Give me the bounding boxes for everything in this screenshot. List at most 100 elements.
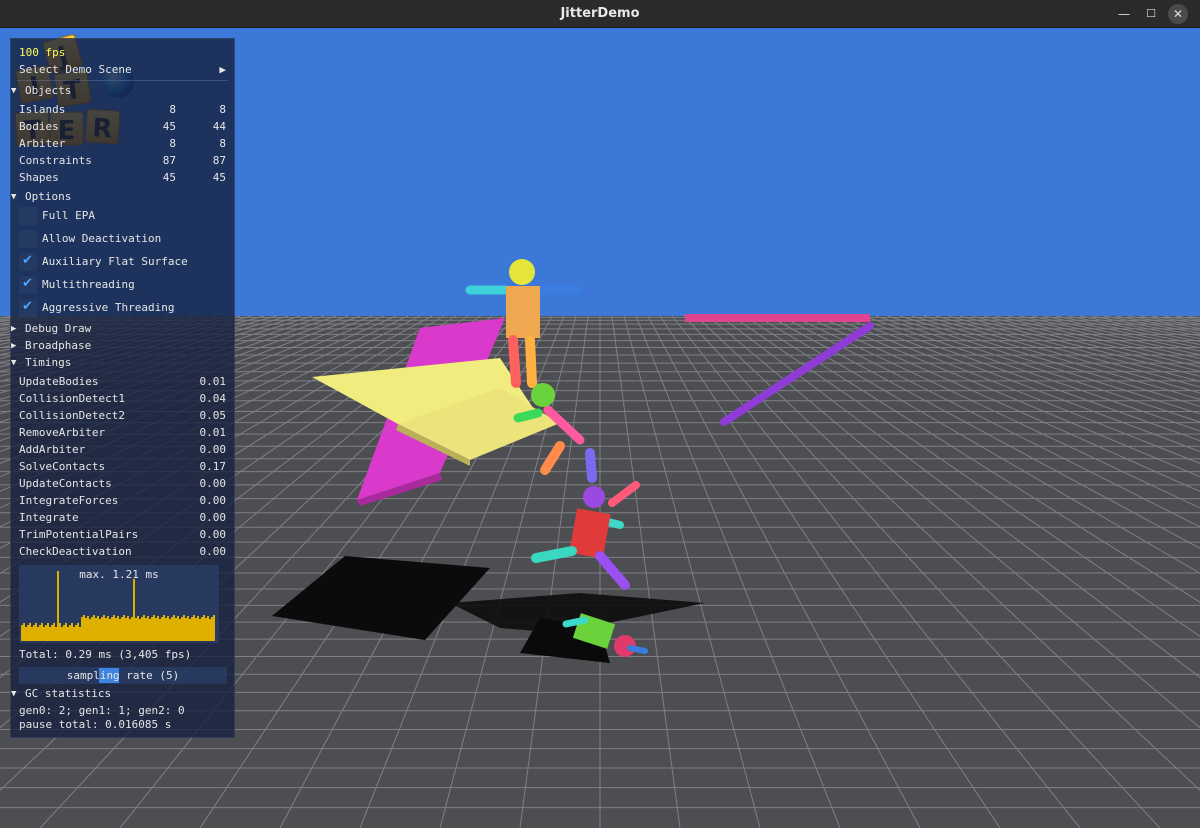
objects-row: Shapes 45 45: [19, 170, 226, 186]
histogram-bar: [67, 627, 69, 641]
minimize-button[interactable]: —: [1114, 4, 1134, 24]
broadphase-header[interactable]: ▶ Broadphase: [11, 338, 226, 354]
histogram-bar: [205, 618, 207, 641]
histogram-bar: [115, 618, 117, 641]
histogram-bar: [51, 625, 53, 641]
histogram-bar: [195, 618, 197, 641]
triangle-down-icon: ▼: [11, 358, 17, 368]
histogram-bar: [99, 619, 101, 641]
histogram-bar: [57, 571, 59, 641]
checkmark-icon: ✔: [22, 253, 33, 268]
option-label[interactable]: Multithreading: [42, 276, 135, 294]
histogram-bar: [175, 618, 177, 641]
objects-header[interactable]: ▼ Objects: [11, 83, 226, 99]
option-label[interactable]: Auxiliary Flat Surface: [42, 253, 188, 271]
close-button[interactable]: ✕: [1168, 4, 1188, 24]
option-checkbox[interactable]: ✔: [19, 276, 37, 294]
histogram-bar: [29, 623, 31, 641]
timing-row-label: CheckDeactivation: [19, 545, 132, 558]
objects-row: Constraints 87 87: [19, 153, 226, 169]
broadphase-label: Broadphase: [25, 339, 92, 352]
histogram-bar: [69, 625, 71, 641]
objects-row-value-b: 8: [219, 103, 226, 116]
timing-row-value: 0.00: [199, 528, 227, 541]
histogram-bar: [133, 579, 135, 641]
timing-row-value: 0.00: [199, 545, 227, 558]
options-header[interactable]: ▼ Options: [11, 189, 226, 205]
option-label[interactable]: Full EPA: [42, 207, 95, 225]
histogram-bar: [85, 618, 87, 641]
histogram-bar: [183, 615, 185, 641]
objects-row: Islands 8 8: [19, 102, 226, 118]
timing-row-value: 0.00: [199, 443, 227, 456]
histogram-bar: [149, 619, 151, 641]
histogram-bar: [197, 616, 199, 641]
histogram-bar: [189, 619, 191, 641]
objects-row-label: Islands: [19, 103, 66, 116]
select-demo-scene-menu[interactable]: Select Demo Scene ▶: [19, 62, 226, 78]
timing-row: IntegrateForces 0.00: [19, 493, 226, 509]
objects-row-value-b: 44: [212, 120, 226, 133]
histogram-bar: [31, 627, 33, 641]
objects-row-value-a: 8: [169, 103, 176, 116]
timing-row-label: CollisionDetect2: [19, 409, 125, 422]
chevron-right-icon: ▶: [219, 63, 226, 76]
histogram-bar: [117, 616, 119, 641]
histogram-bar: [171, 617, 173, 641]
gc-statistics-label: GC statistics: [25, 687, 112, 700]
debug-draw-header[interactable]: ▶ Debug Draw: [11, 321, 226, 337]
select-demo-scene-label: Select Demo Scene: [19, 63, 132, 76]
histogram-bar: [179, 619, 181, 641]
timing-row-label: UpdateContacts: [19, 477, 112, 490]
maximize-button[interactable]: ☐: [1141, 4, 1161, 24]
histogram-bar: [139, 619, 141, 641]
debug-panel: 100 fps Select Demo Scene ▶ ▼ Objects Is…: [10, 38, 235, 738]
timing-row-value: 0.00: [199, 494, 227, 507]
timing-row: CollisionDetect1 0.04: [19, 391, 226, 407]
timing-row: AddArbiter 0.00: [19, 442, 226, 458]
option-checkbox[interactable]: [19, 207, 37, 225]
histogram-bar: [165, 618, 167, 641]
histogram-bar: [33, 625, 35, 641]
triangle-down-icon: ▼: [11, 192, 17, 202]
window-title: JitterDemo: [560, 6, 640, 21]
histogram-bar: [43, 627, 45, 641]
histogram-bar: [193, 615, 195, 641]
histogram-bar: [91, 617, 93, 641]
timing-row: UpdateBodies 0.01: [19, 374, 226, 390]
option-checkbox[interactable]: ✔: [19, 299, 37, 317]
histogram-bar: [59, 623, 61, 641]
histogram-bar: [81, 617, 83, 641]
histogram-bar: [111, 617, 113, 641]
histogram-bar: [137, 616, 139, 641]
timing-row-value: 0.01: [199, 375, 227, 388]
histogram-bar: [53, 623, 55, 641]
objects-row-value-a: 45: [162, 120, 176, 133]
timing-row-label: CollisionDetect1: [19, 392, 125, 405]
option-label[interactable]: Allow Deactivation: [42, 230, 161, 248]
histogram-bar: [87, 616, 89, 641]
objects-row-value-b: 8: [219, 137, 226, 150]
option-checkbox[interactable]: ✔: [19, 253, 37, 271]
histogram-bar: [163, 615, 165, 641]
divider: [17, 80, 228, 81]
histogram-bar: [89, 619, 91, 641]
histogram-bar: [71, 623, 73, 641]
histogram-bar: [173, 615, 175, 641]
sampling-rate-slider[interactable]: sampling rate (5): [19, 667, 227, 684]
checkmark-icon: ✔: [22, 299, 33, 314]
graph-max-label: max. 1.21 ms: [79, 568, 159, 581]
triangle-down-icon: ▼: [11, 86, 17, 96]
timing-graph[interactable]: max. 1.21 ms: [19, 565, 219, 643]
gc-statistics-header[interactable]: ▼ GC statistics: [11, 686, 226, 702]
option-checkbox[interactable]: [19, 230, 37, 248]
histogram-bar: [181, 617, 183, 641]
histogram-bar: [185, 618, 187, 641]
timings-header[interactable]: ▼ Timings: [11, 355, 226, 371]
option-label[interactable]: Aggressive Threading: [42, 299, 174, 317]
timing-row: SolveContacts 0.17: [19, 459, 226, 475]
objects-row-label: Shapes: [19, 171, 59, 184]
timing-row: CheckDeactivation 0.00: [19, 544, 226, 560]
histogram-bar: [191, 617, 193, 641]
timing-row-value: 0.01: [199, 426, 227, 439]
